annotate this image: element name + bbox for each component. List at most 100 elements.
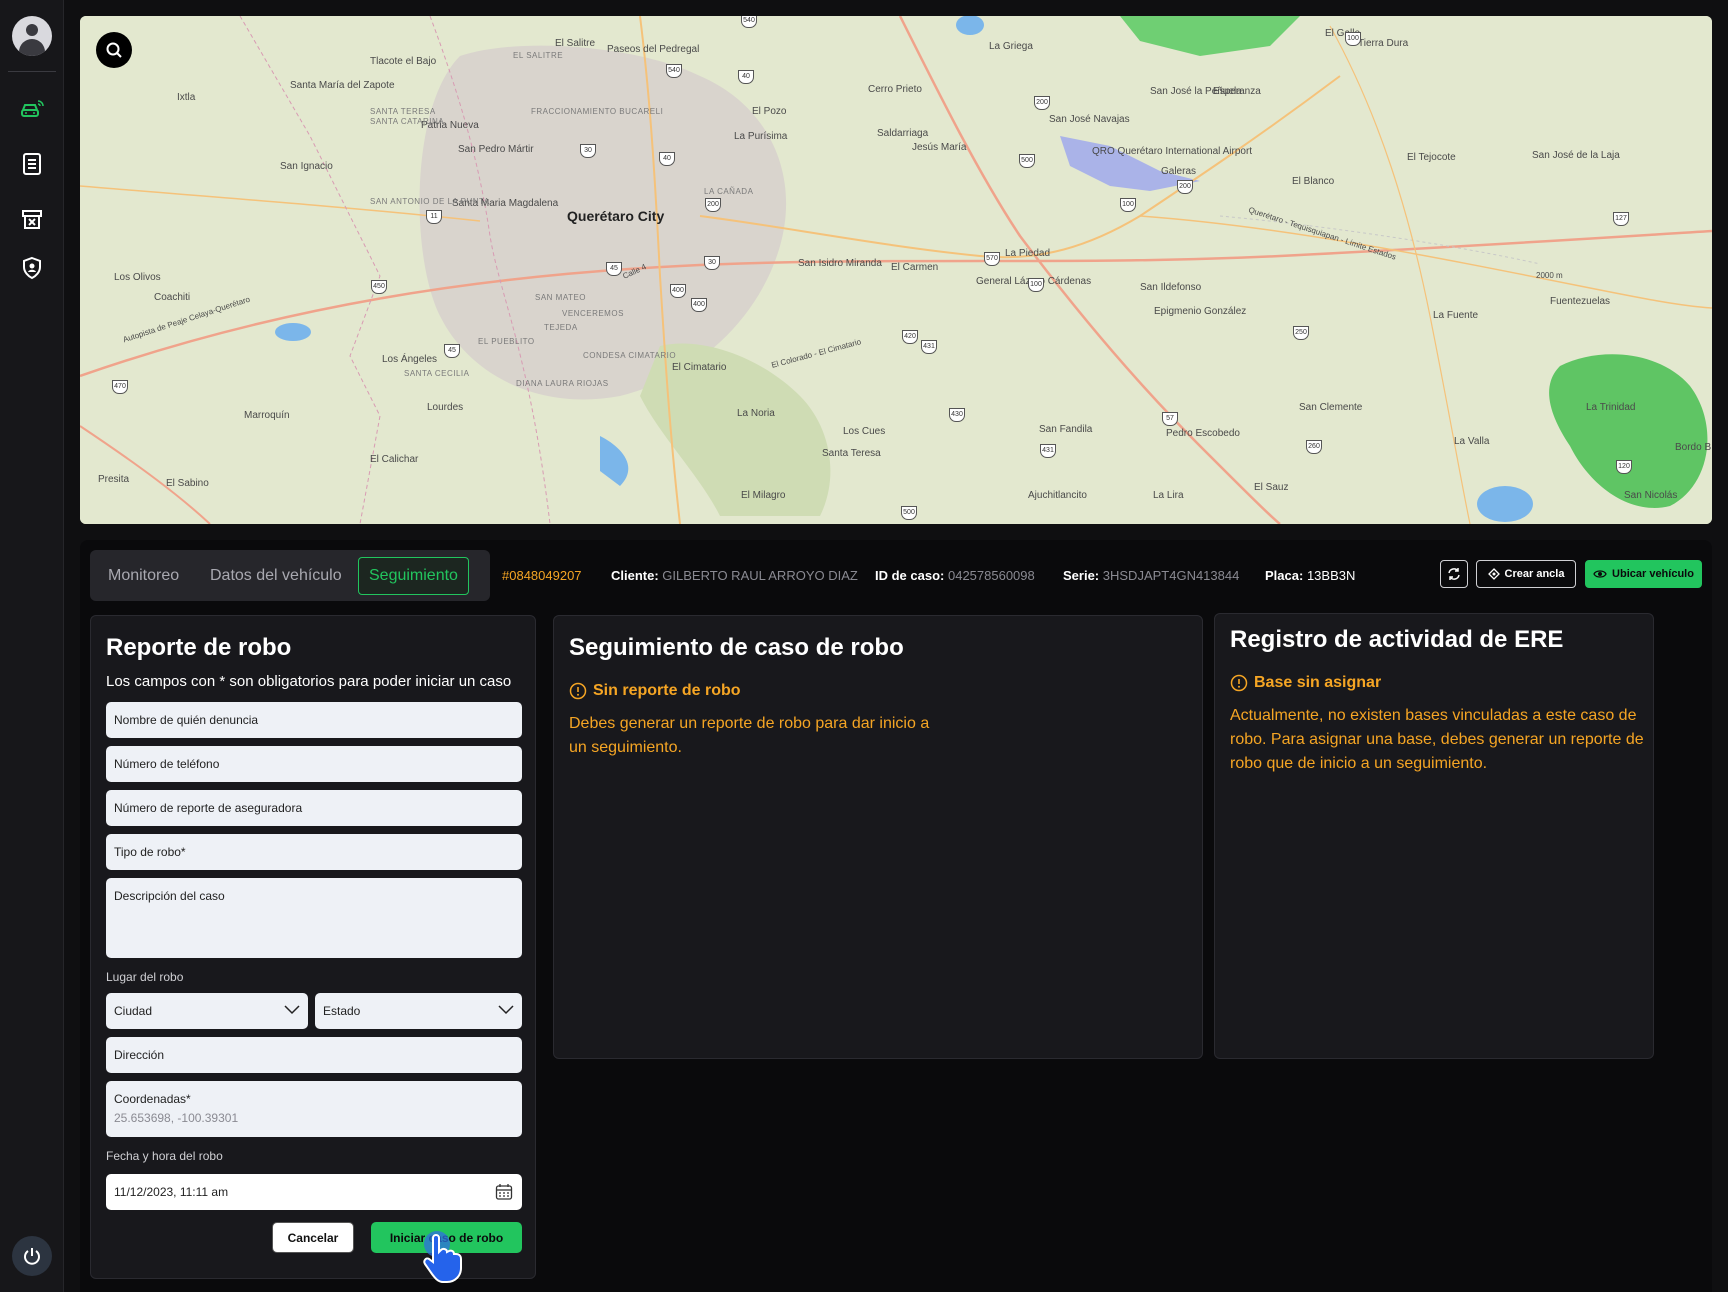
create-anchor-label: Crear ancla: [1504, 568, 1565, 580]
highway-shield: 45: [606, 262, 622, 276]
state-select[interactable]: Estado: [315, 993, 522, 1029]
coordinates-input[interactable]: Coordenadas* 25.653698, -100.39301: [106, 1081, 522, 1137]
map-district-label: VENCEREMOS: [562, 309, 624, 318]
calendar-icon[interactable]: [495, 1183, 513, 1201]
map-place-label: San Nicolás: [1624, 490, 1678, 501]
tab-seguimiento[interactable]: Seguimiento: [358, 557, 469, 595]
create-anchor-button[interactable]: Crear ancla: [1476, 560, 1576, 588]
highway-shield: 540: [666, 64, 682, 78]
map-place-label: San Fandila: [1039, 424, 1093, 435]
state-select-value: Estado: [323, 1004, 361, 1018]
sidebar-item-vehicles[interactable]: [18, 95, 46, 123]
map-place-label: El Salitre: [555, 38, 596, 49]
map-district-label: SAN MATEO: [535, 293, 587, 302]
hand-cursor-icon: [423, 1231, 462, 1283]
theft-datetime-label: Fecha y hora del robo: [106, 1149, 223, 1163]
theft-datetime-value: 11/12/2023, 11:11 am: [114, 1185, 229, 1199]
refresh-button[interactable]: [1440, 560, 1468, 588]
tab-monitoreo[interactable]: Monitoreo: [108, 561, 179, 591]
map-place-label: La Noria: [737, 408, 775, 419]
map-place-label: La Trinidad: [1586, 402, 1636, 413]
sidebar-item-reports[interactable]: [18, 150, 46, 178]
city-select[interactable]: Ciudad: [106, 993, 308, 1029]
map-place-label: Lourdes: [427, 402, 464, 413]
map-district-label: SANTA TERESA: [370, 107, 436, 116]
case-id-info: ID de caso: 042578560098: [875, 568, 1035, 583]
case-tracking-card: Seguimiento de caso de robo Sin reporte …: [553, 615, 1203, 1059]
map-place-label: Coachiti: [154, 292, 191, 303]
map-place-label: Saldarriaga: [877, 128, 929, 139]
archive-x-icon: [22, 210, 42, 229]
map-place-label: San José de la Laja: [1532, 150, 1620, 161]
theft-type-input[interactable]: Tipo de robo*: [106, 834, 522, 870]
map-place-label: Paseos del Pedregal: [607, 44, 700, 55]
map-place-label: La Fuente: [1433, 310, 1479, 321]
map-place-label: San Ignacio: [280, 161, 333, 172]
highway-shield: 260: [1306, 440, 1322, 454]
sidebar-item-archive[interactable]: [18, 205, 46, 233]
map-place-label: Galeras: [1161, 166, 1197, 177]
insurer-report-number-input[interactable]: Número de reporte de aseguradora: [106, 790, 522, 826]
chevron-down-icon: [498, 1005, 514, 1015]
required-fields-note: Los campos con * son obligatorios para p…: [106, 673, 512, 690]
map-place-label: Jesús María: [912, 142, 967, 153]
warning-circle-icon: [569, 682, 587, 700]
view-tabs: Monitoreo Datos del vehículo Seguimiento: [90, 550, 490, 601]
city-select-value: Ciudad: [114, 1004, 153, 1018]
map-place-label: El Cimatario: [672, 362, 727, 373]
case-tracking-title: Seguimiento de caso de robo: [569, 634, 904, 661]
logout-button[interactable]: [12, 1236, 52, 1276]
map-district-label: EL PUEBLITO: [478, 337, 535, 346]
map-place-label: Los Olivos: [114, 272, 161, 283]
highway-shield: 11: [426, 210, 442, 224]
coordinates-label: Coordenadas*: [114, 1092, 191, 1106]
theft-location-label: Lugar del robo: [106, 970, 184, 984]
locate-vehicle-button[interactable]: Ubicar vehículo: [1585, 560, 1702, 588]
serie-label: Serie:: [1063, 568, 1100, 583]
anchor-target-icon: [1487, 568, 1500, 580]
map-district-label: DIANA LAURA RIOJAS: [516, 379, 609, 388]
map-place-label: El Sabino: [166, 478, 209, 489]
case-id-label: ID de caso:: [875, 568, 945, 583]
highway-shield: 400: [670, 284, 686, 298]
phone-number-input[interactable]: Número de teléfono: [106, 746, 522, 782]
map-place-label: Marroquín: [244, 410, 290, 421]
address-input[interactable]: Dirección: [106, 1037, 522, 1073]
highway-shield: 127: [1613, 212, 1629, 226]
client-value: GILBERTO RAUL ARROYO DIAZ: [662, 568, 858, 583]
highway-shield: 400: [691, 298, 707, 312]
sidebar-item-security[interactable]: [18, 254, 46, 282]
user-avatar[interactable]: [12, 16, 52, 56]
search-icon: [106, 42, 122, 58]
highway-shield: 430: [949, 408, 965, 422]
map-place-label: El Pozo: [752, 106, 787, 117]
no-report-warning-body: Debes generar un reporte de robo para da…: [569, 715, 930, 756]
map-search-button[interactable]: [96, 32, 132, 68]
complainant-name-input[interactable]: Nombre de quién denuncia: [106, 702, 522, 738]
client-info: Cliente: GILBERTO RAUL ARROYO DIAZ: [611, 568, 858, 583]
sidebar-divider: [8, 71, 56, 72]
map-place-label: Fuentezuelas: [1550, 296, 1611, 307]
map-view[interactable]: Querétaro City Santa María del Zapote Tlac…: [80, 16, 1712, 524]
tab-datos-vehiculo[interactable]: Datos del vehículo: [210, 561, 342, 591]
map-place-label: QRO Querétaro International Airport: [1092, 146, 1253, 157]
theft-datetime-input[interactable]: 11/12/2023, 11:11 am: [106, 1174, 522, 1210]
cancel-button[interactable]: Cancelar: [272, 1222, 354, 1253]
car-signal-icon: [21, 100, 44, 117]
locate-vehicle-label: Ubicar vehículo: [1612, 568, 1694, 580]
map-place-label: El Tejocote: [1407, 152, 1456, 163]
ere-activity-card: Registro de actividad de ERE Base sin as…: [1214, 613, 1654, 1059]
map-place-label: La Piedad: [1005, 248, 1051, 259]
map-place-label: San Pedro Mártir: [458, 144, 534, 155]
map-place-label: Tlacote el Bajo: [370, 56, 437, 67]
theft-report-title: Reporte de robo: [106, 634, 292, 661]
map-place-label: Los Ángeles: [382, 354, 438, 365]
warning-circle-icon: [1230, 674, 1248, 692]
highway-shield: 120: [1616, 460, 1632, 474]
report-list-icon: [23, 153, 41, 175]
case-description-textarea[interactable]: Descripción del caso: [106, 878, 522, 958]
map-district-label: EL SALITRE: [513, 51, 564, 60]
chevron-down-icon: [284, 1005, 300, 1015]
map-place-label: Los Cues: [843, 426, 886, 437]
map-place-label: Pedro Escobedo: [1166, 428, 1240, 439]
